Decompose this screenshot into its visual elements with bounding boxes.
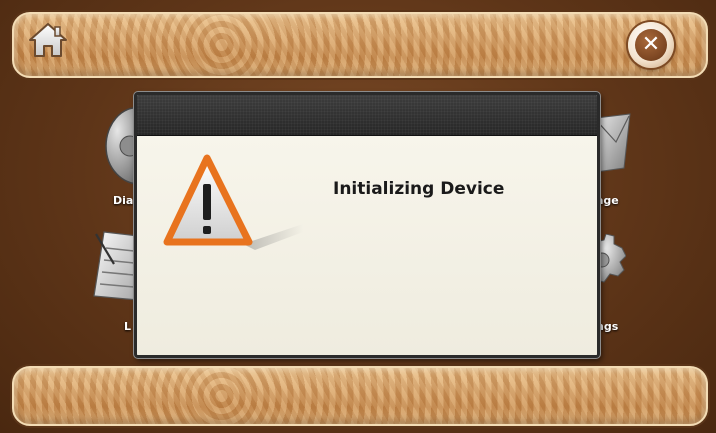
menu-label-dial: Dia: [113, 194, 134, 207]
menu-label-log: L: [124, 320, 132, 333]
top-bar: [12, 12, 708, 78]
settings-gear-icon[interactable]: [596, 234, 626, 304]
home-icon: [29, 23, 67, 57]
dialog-body: Initializing Device: [137, 136, 597, 355]
home-button[interactable]: [26, 18, 70, 62]
bottom-bar: [12, 366, 708, 426]
close-icon: ✕: [635, 29, 667, 61]
dialog-header: [137, 95, 597, 136]
warning-icon: [163, 154, 303, 250]
initializing-dialog: Initializing Device: [134, 92, 600, 358]
dialog-message: Initializing Device: [333, 179, 505, 199]
message-envelope-icon[interactable]: [596, 112, 636, 174]
log-notepad-icon[interactable]: [92, 230, 138, 304]
app-screen: ✕ Dia age L ngs Initializing Device: [0, 0, 716, 433]
close-button[interactable]: ✕: [628, 22, 674, 68]
